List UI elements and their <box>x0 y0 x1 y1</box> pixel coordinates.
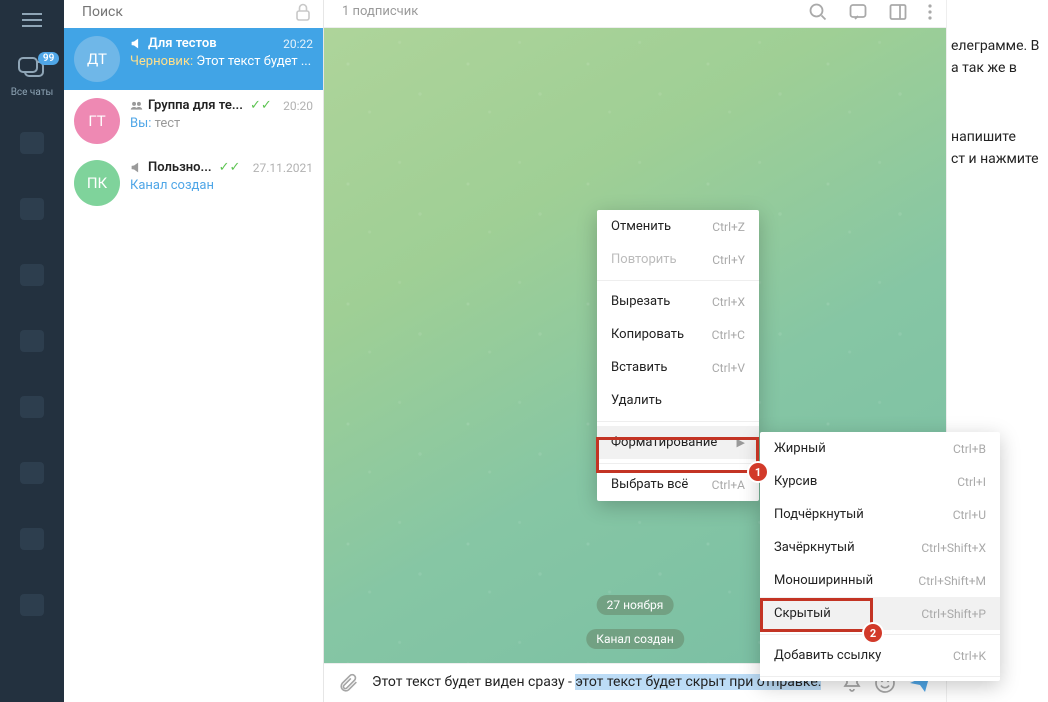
all-chats-label: Все чаты <box>11 87 54 98</box>
attach-icon[interactable] <box>338 672 360 694</box>
chat-time: 27.11.2021 <box>253 161 313 175</box>
ctx-undo[interactable]: ОтменитьCtrl+Z <box>597 210 759 243</box>
menu-button[interactable] <box>0 0 64 40</box>
more-icon[interactable] <box>928 2 932 22</box>
chat-name: Группа для те... <box>148 98 243 113</box>
chevron-right-icon: ▶ <box>737 436 745 449</box>
rail-placeholder <box>20 198 44 220</box>
sidebar-icon[interactable] <box>888 2 908 22</box>
search-row <box>64 0 323 28</box>
chat-item-tests[interactable]: ДТ Для тестов 20:22 Черновик: Этот текст… <box>64 28 323 90</box>
hamburger-icon <box>22 13 42 27</box>
chat-list-pane: ДТ Для тестов 20:22 Черновик: Этот текст… <box>64 0 324 702</box>
ctx-copy[interactable]: КопироватьCtrl+C <box>597 318 759 351</box>
rail-placeholder <box>20 462 44 484</box>
search-icon[interactable] <box>808 2 828 22</box>
ctx-redo: ПовторитьCtrl+Y <box>597 243 759 276</box>
subscriber-count: 1 подписчик <box>342 4 418 19</box>
ctx-delete[interactable]: Удалить <box>597 384 759 417</box>
chat-item-group[interactable]: ГТ Группа для те... ✓✓ 20:20 Вы: тест <box>64 90 323 152</box>
ctx-formatting[interactable]: Форматирование▶ <box>597 426 759 459</box>
rail-placeholder <box>20 330 44 352</box>
service-message: Канал создан <box>586 629 684 649</box>
unread-badge: 99 <box>38 52 59 65</box>
rail-placeholder <box>20 396 44 418</box>
ctx-bold[interactable]: ЖирныйCtrl+B <box>760 432 1000 465</box>
chat-name: Пользно... <box>148 160 212 175</box>
left-rail: 99 Все чаты <box>0 0 64 702</box>
lock-icon[interactable] <box>295 2 311 22</box>
channel-icon <box>130 161 143 174</box>
ctx-italic[interactable]: КурсивCtrl+I <box>760 465 1000 498</box>
context-menu-formatting: ЖирныйCtrl+B КурсивCtrl+I ПодчёркнутыйCt… <box>760 432 1000 681</box>
ctx-cut[interactable]: ВырезатьCtrl+X <box>597 285 759 318</box>
annotation-callout-1: 1 <box>749 463 767 481</box>
annotation-callout-2: 2 <box>864 624 882 642</box>
date-pill: 27 ноября <box>597 595 674 615</box>
read-check-icon: ✓✓ <box>250 98 272 113</box>
channel-icon <box>130 37 143 50</box>
chat-name: Для тестов <box>148 36 217 51</box>
rail-placeholder <box>20 594 44 616</box>
rail-placeholder <box>20 528 44 550</box>
chat-header: 1 подписчик <box>324 0 946 28</box>
ctx-strike[interactable]: ЗачёркнутыйCtrl+Shift+X <box>760 531 1000 564</box>
group-icon <box>130 99 143 112</box>
chat-preview: Черновик: Этот текст будет ... <box>130 54 313 69</box>
chat-time: 20:22 <box>283 37 313 51</box>
avatar: ДТ <box>74 36 120 82</box>
ctx-add-link[interactable]: Добавить ссылкуCtrl+K <box>760 639 1000 672</box>
read-check-icon: ✓✓ <box>219 160 241 175</box>
search-input[interactable] <box>82 4 285 20</box>
rail-placeholder <box>20 264 44 286</box>
chat-preview: Канал создан <box>130 178 313 193</box>
chat-time: 20:20 <box>283 99 313 113</box>
ctx-paste[interactable]: ВставитьCtrl+V <box>597 351 759 384</box>
context-menu-edit: ОтменитьCtrl+Z ПовторитьCtrl+Y ВырезатьC… <box>597 210 759 501</box>
chat-item-channel[interactable]: ПК Пользно... ✓✓ 27.11.2021 Канал создан <box>64 152 323 214</box>
avatar: ПК <box>74 160 120 206</box>
ctx-spoiler[interactable]: СкрытыйCtrl+Shift+P <box>760 597 1000 630</box>
ctx-underline[interactable]: ПодчёркнутыйCtrl+U <box>760 498 1000 531</box>
comments-icon[interactable] <box>848 2 868 22</box>
ctx-select-all[interactable]: Выбрать всёCtrl+A <box>597 468 759 501</box>
chat-preview: Вы: тест <box>130 116 313 131</box>
avatar: ГТ <box>74 98 120 144</box>
ctx-mono[interactable]: МоноширинныйCtrl+Shift+M <box>760 564 1000 597</box>
all-chats-tab[interactable]: 99 Все чаты <box>11 56 54 98</box>
rail-placeholder <box>20 132 44 154</box>
